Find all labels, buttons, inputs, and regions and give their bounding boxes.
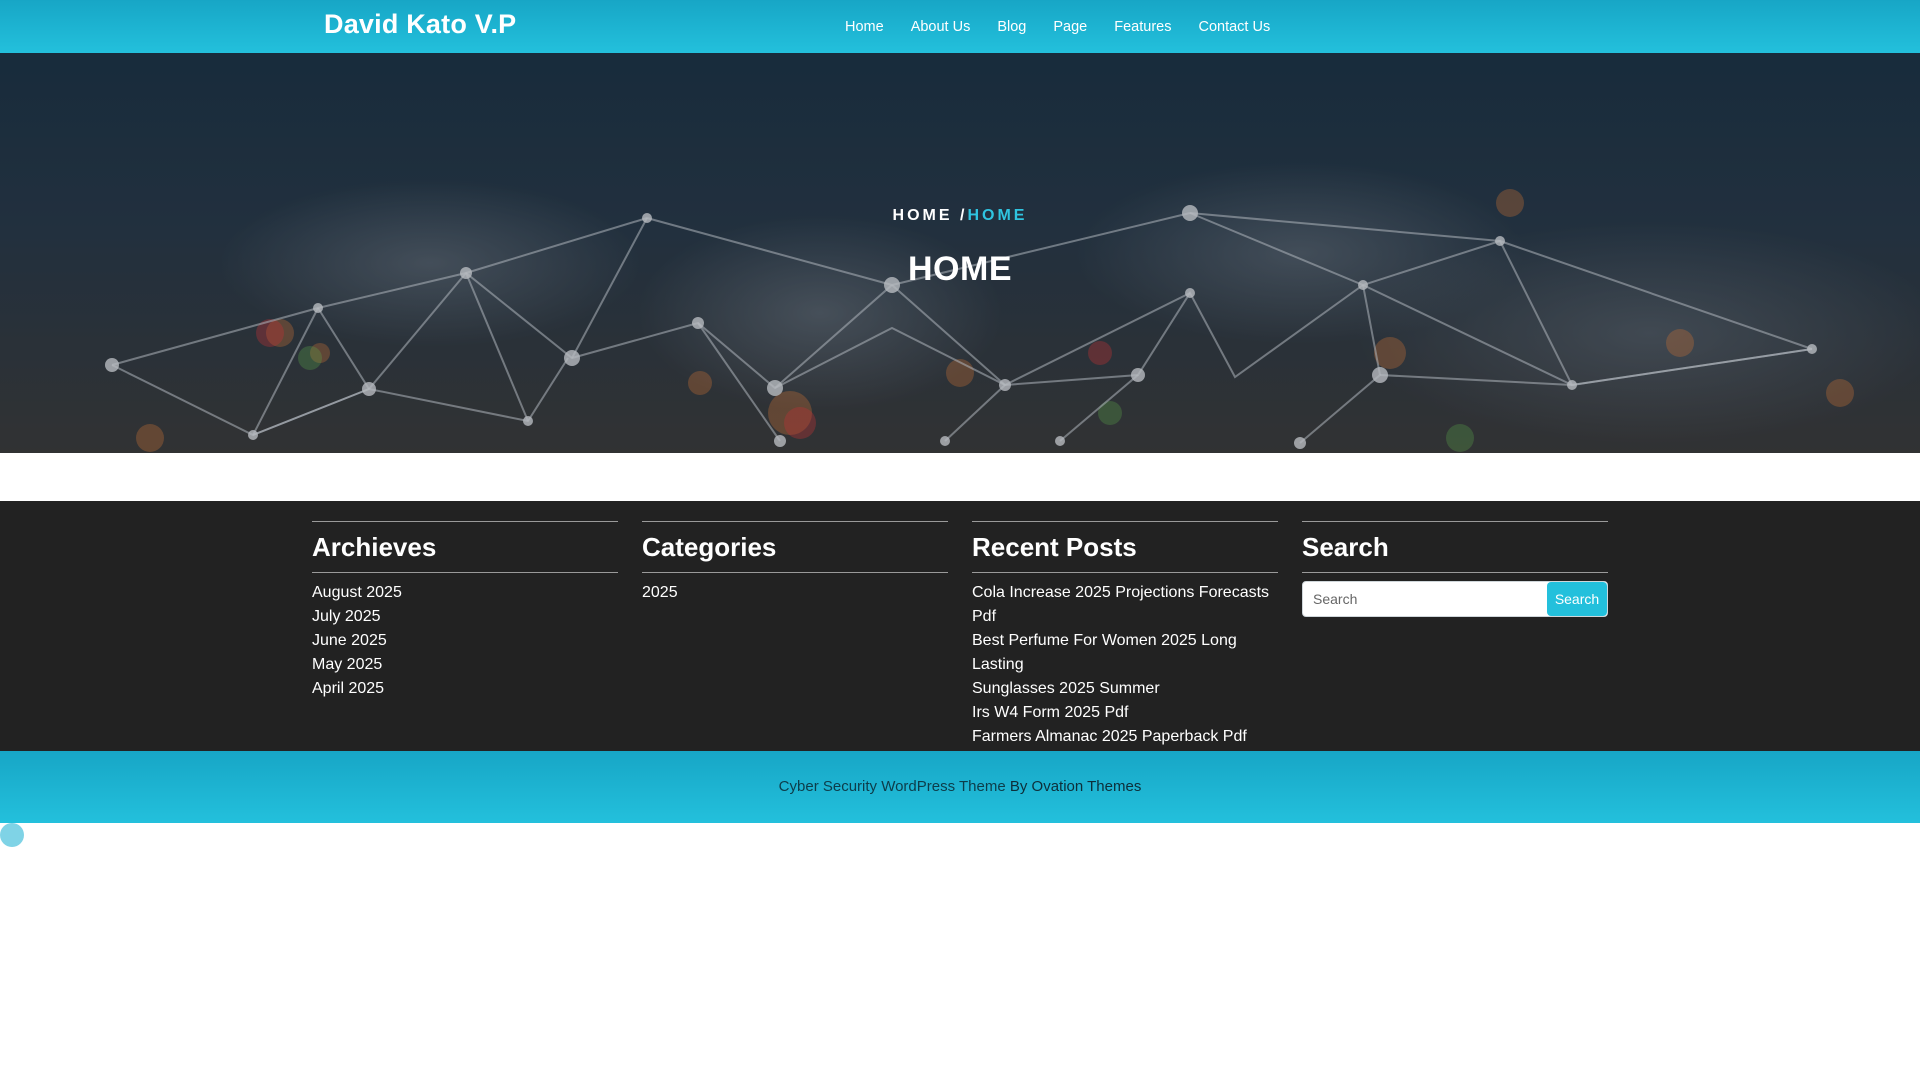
breadcrumb-home-link[interactable]: HOME [893, 207, 953, 224]
recent-post-link[interactable]: Best Perfume For Women 2025 Long Lasting [972, 629, 1278, 677]
recent-post-link[interactable]: Cola Increase 2025 Projections Forecasts… [972, 581, 1278, 629]
recent-posts-list: Cola Increase 2025 Projections Forecasts… [972, 581, 1278, 773]
category-link[interactable]: 2025 [642, 581, 948, 605]
archive-link[interactable]: May 2025 [312, 653, 618, 677]
archive-link[interactable]: June 2025 [312, 629, 618, 653]
archive-link[interactable]: April 2025 [312, 677, 618, 701]
categories-title: Categories [642, 521, 948, 573]
categories-list: 2025 [642, 581, 948, 605]
archives-title: Archieves [312, 521, 618, 573]
footer-widgets: Archieves August 2025 July 2025 June 202… [0, 501, 1920, 769]
theme-author: By Ovation Themes [1009, 778, 1142, 795]
archive-link[interactable]: July 2025 [312, 605, 618, 629]
site-header: David Kato V.P Home About Us Blog Page F… [0, 0, 1920, 53]
archives-widget: Archieves August 2025 July 2025 June 202… [312, 521, 618, 701]
search-form: Search [1302, 581, 1608, 617]
copyright-bar: Cyber Security WordPress Theme By Ovatio… [0, 751, 1920, 823]
nav-page[interactable]: Page [1053, 19, 1087, 35]
recent-post-link[interactable]: Irs W4 Form 2025 Pdf [972, 701, 1278, 725]
breadcrumb: HOME /HOME [0, 207, 1920, 225]
nav-about-us[interactable]: About Us [911, 19, 971, 35]
nav-contact-us[interactable]: Contact Us [1198, 19, 1270, 35]
categories-widget: Categories 2025 [642, 521, 948, 605]
nav-features[interactable]: Features [1114, 19, 1171, 35]
archive-link[interactable]: August 2025 [312, 581, 618, 605]
search-button[interactable]: Search [1547, 582, 1607, 616]
nav-home[interactable]: Home [845, 19, 884, 35]
site-title[interactable]: David Kato V.P [324, 9, 516, 40]
recent-posts-widget: Recent Posts Cola Increase 2025 Projecti… [972, 521, 1278, 773]
main-nav: Home About Us Blog Page Features Contact… [845, 0, 1297, 53]
page-title: HOME [908, 250, 1012, 288]
hero-banner: HOME /HOME HOME [0, 53, 1920, 453]
search-title: Search [1302, 521, 1608, 573]
breadcrumb-current: HOME [967, 207, 1028, 224]
recent-post-link[interactable]: Sunglasses 2025 Summer [972, 677, 1278, 701]
scroll-to-top-button[interactable] [0, 823, 24, 847]
archives-list: August 2025 July 2025 June 2025 May 2025… [312, 581, 618, 701]
search-input[interactable] [1303, 582, 1553, 616]
recent-posts-title: Recent Posts [972, 521, 1278, 573]
nav-blog[interactable]: Blog [997, 19, 1026, 35]
search-widget: Search Search [1302, 521, 1608, 617]
theme-link[interactable]: Cyber Security WordPress Theme [779, 778, 1006, 795]
